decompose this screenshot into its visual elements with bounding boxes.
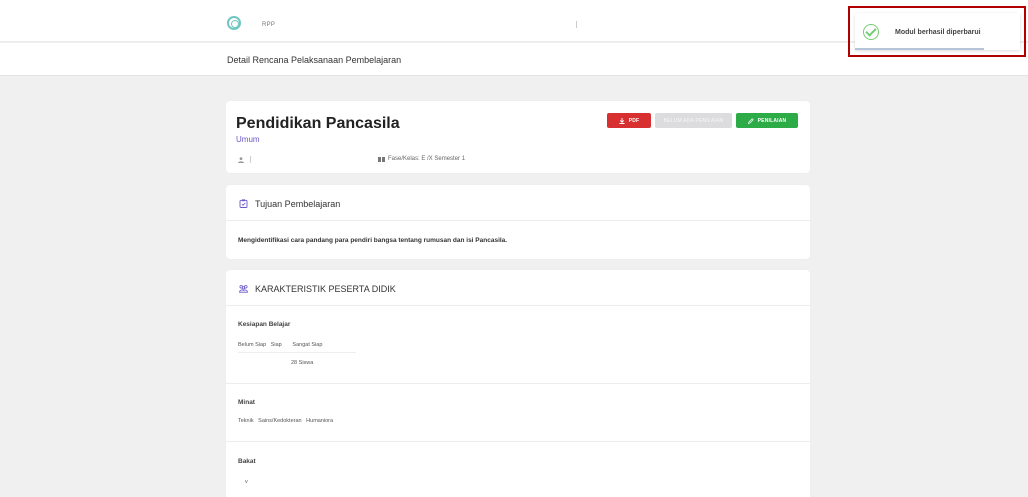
bakat-row: Bakat v bbox=[226, 442, 810, 497]
pdf-button-label: PDF bbox=[628, 117, 640, 124]
brand-label: RPP bbox=[262, 22, 276, 28]
no-assessment-label: BELUM ADA PENILAIAN bbox=[663, 117, 724, 124]
section-header: Tujuan Pembelajaran bbox=[226, 185, 810, 221]
penilaian-button[interactable]: PENILAIAN bbox=[736, 113, 798, 128]
tujuan-text: Mengidentifikasi cara pandang para pendi… bbox=[238, 237, 508, 244]
bakat-value: v bbox=[245, 479, 248, 485]
tujuan-card: Tujuan Pembelajaran Mengidentifikasi car… bbox=[226, 185, 810, 259]
minat-label: Minat bbox=[238, 399, 255, 406]
students-icon bbox=[239, 285, 248, 293]
section-title: KARAKTERISTIK PESERTA DIDIK bbox=[255, 284, 396, 294]
no-assessment-button[interactable]: BELUM ADA PENILAIAN bbox=[655, 113, 732, 128]
divider bbox=[576, 21, 577, 28]
karakteristik-card: KARAKTERISTIK PESERTA DIDIK Kesiapan Bel… bbox=[226, 270, 810, 497]
pdf-button[interactable]: PDF bbox=[607, 113, 651, 128]
section-title: Tujuan Pembelajaran bbox=[255, 199, 341, 209]
edit-icon bbox=[747, 117, 754, 124]
bakat-label: Bakat bbox=[238, 458, 256, 465]
penilaian-button-label: PENILAIAN bbox=[757, 117, 787, 124]
download-icon bbox=[619, 117, 625, 124]
kesiapan-label: Kesiapan Belajar bbox=[238, 321, 291, 328]
user-icon bbox=[238, 157, 244, 163]
subject-card: Pendidikan Pancasila Umum Fase/Kelas: E … bbox=[226, 101, 810, 173]
section-header: KARAKTERISTIK PESERTA DIDIK bbox=[226, 270, 810, 306]
minat-options: Teknik Sains/Kedokteran Humaniora bbox=[238, 418, 334, 424]
kesiapan-count: 28 Siswa bbox=[291, 360, 314, 366]
page-title: Detail Rencana Pelaksanaan Pembelajaran bbox=[227, 55, 402, 65]
divider bbox=[238, 352, 356, 353]
minat-row: Minat Teknik Sains/Kedokteran Humaniora bbox=[226, 384, 810, 442]
app-logo-icon[interactable] bbox=[227, 16, 241, 30]
clipboard-icon bbox=[239, 199, 248, 208]
highlight-box bbox=[848, 6, 1026, 57]
book-icon bbox=[378, 157, 385, 162]
kesiapan-options: Belum Siap Siap Sangat Siap bbox=[238, 342, 323, 348]
kesiapan-row: Kesiapan Belajar Belum Siap Siap Sangat … bbox=[226, 306, 810, 384]
subject-title: Pendidikan Pancasila bbox=[236, 115, 400, 132]
fase-kelas-label: Fase/Kelas: E /X Semester 1 bbox=[388, 156, 466, 162]
subject-category: Umum bbox=[236, 135, 260, 144]
divider bbox=[250, 156, 251, 163]
